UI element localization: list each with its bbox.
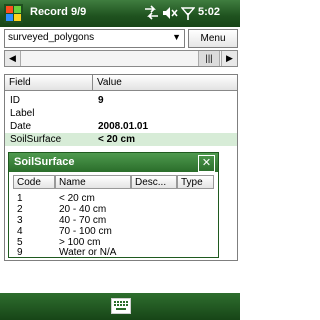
column-header-value[interactable]: Value xyxy=(93,75,237,91)
list-item[interactable]: ID 9 xyxy=(5,94,237,107)
code-cell: 4 xyxy=(17,226,23,237)
volume-icon xyxy=(163,7,178,19)
column-header-field[interactable]: Field xyxy=(5,75,93,91)
name-cell: < 20 cm xyxy=(59,193,95,204)
field-value: 9 xyxy=(98,95,104,106)
code-cell: 9 xyxy=(17,247,23,258)
table-row[interactable]: 3 40 - 70 cm xyxy=(9,215,218,226)
horizontal-scrollbar[interactable]: ◀ ||| ▶ xyxy=(4,50,238,67)
field-name: SoilSurface xyxy=(10,134,62,145)
window-title: Record 9/9 xyxy=(30,6,87,18)
code-cell: 1 xyxy=(17,193,23,204)
layer-dropdown-value: surveyed_polygons xyxy=(8,32,95,43)
name-cell: 70 - 100 cm xyxy=(59,226,112,237)
table-row[interactable]: 2 20 - 40 cm xyxy=(9,204,218,215)
field-value: 2008.01.01 xyxy=(98,121,149,132)
list-item[interactable]: Label xyxy=(5,107,237,120)
chevron-down-icon: ▼ xyxy=(172,32,181,42)
keyboard-icon[interactable] xyxy=(111,298,131,314)
column-header-name[interactable]: Name xyxy=(55,175,131,189)
field-name: Date xyxy=(10,121,32,132)
layer-dropdown[interactable]: surveyed_polygons ▼ xyxy=(4,29,185,48)
name-cell: Water or N/A xyxy=(59,247,117,258)
close-icon[interactable]: ✕ xyxy=(198,155,215,172)
menu-button[interactable]: Menu xyxy=(188,29,238,48)
code-cell: 2 xyxy=(17,204,23,215)
table-row[interactable]: 1 < 20 cm xyxy=(9,193,218,204)
field-name: ID xyxy=(10,95,20,106)
name-cell: 20 - 40 cm xyxy=(59,204,107,215)
windows-start-icon[interactable] xyxy=(3,3,24,24)
value-picker-dialog: SoilSurface ✕ Code Name Desc... Type 1 <… xyxy=(8,152,219,258)
field-name: Label xyxy=(10,108,35,119)
column-header-description[interactable]: Desc... xyxy=(131,175,177,189)
dialog-title: SoilSurface xyxy=(9,153,218,172)
table-row[interactable]: 9 Water or N/A xyxy=(9,247,218,258)
clock: 5:02 xyxy=(198,6,221,18)
signal-strength-icon xyxy=(181,7,195,20)
signal-arrows-icon xyxy=(145,5,158,20)
title-bar: Record 9/9 5:02 xyxy=(0,0,240,27)
field-value: < 20 cm xyxy=(98,134,135,145)
list-item-selected[interactable]: SoilSurface < 20 cm xyxy=(5,133,237,146)
scroll-thumb[interactable]: ||| xyxy=(198,51,220,66)
name-cell: 40 - 70 cm xyxy=(59,215,107,226)
column-header-type[interactable]: Type xyxy=(177,175,214,189)
table-row[interactable]: 4 70 - 100 cm xyxy=(9,226,218,237)
list-item[interactable]: Date 2008.01.01 xyxy=(5,120,237,133)
scroll-right-arrow-icon[interactable]: ▶ xyxy=(221,51,237,66)
column-header-code[interactable]: Code xyxy=(13,175,55,189)
scroll-left-arrow-icon[interactable]: ◀ xyxy=(5,51,21,66)
code-cell: 3 xyxy=(17,215,23,226)
